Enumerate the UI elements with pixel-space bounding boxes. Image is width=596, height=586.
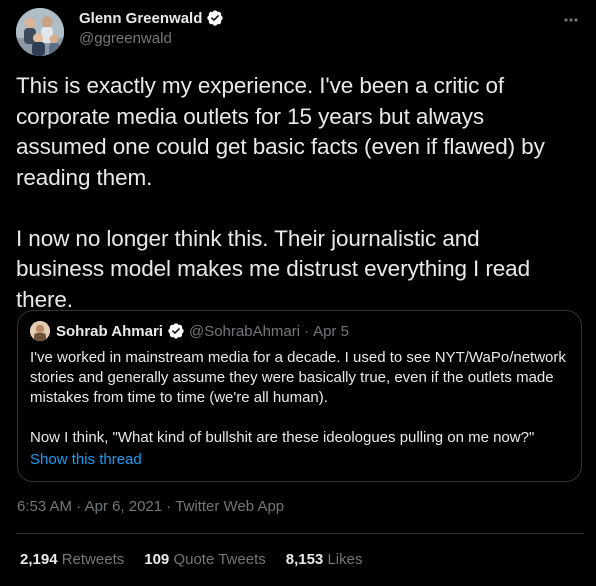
timestamp-separator: · — [76, 498, 82, 515]
more-dots-icon — [564, 18, 578, 22]
verified-badge-icon — [167, 322, 185, 340]
author-avatar[interactable] — [16, 8, 64, 56]
quoted-tweet-header: Sohrab Ahmari @SohrabAhmari · Apr 5 — [30, 320, 349, 342]
quoted-tweet-date[interactable]: Apr 5 — [313, 323, 349, 340]
tweet-date[interactable]: Apr 6, 2021 — [85, 498, 163, 515]
likes-count: 8,153 — [285, 551, 324, 568]
show-thread-link[interactable]: Show this thread — [30, 451, 142, 468]
verified-badge-icon — [206, 9, 224, 27]
author-name-row: Glenn Greenwald — [79, 8, 224, 28]
quoted-tweet-card[interactable]: Sohrab Ahmari @SohrabAhmari · Apr 5 I've… — [17, 310, 582, 482]
retweets-stat[interactable]: 2,194 Retweets — [20, 551, 124, 568]
quoted-author-avatar[interactable] — [30, 321, 50, 341]
author-handle[interactable]: @ggreenwald — [79, 30, 172, 47]
quoted-author-handle[interactable]: @SohrabAhmari — [189, 323, 300, 340]
timestamp-separator: · — [166, 498, 172, 515]
quoted-tweet-text: I've worked in mainstream media for a de… — [30, 349, 566, 446]
quote-tweets-stat[interactable]: 109 Quote Tweets — [144, 551, 265, 568]
likes-stat[interactable]: 8,153 Likes — [286, 551, 363, 568]
engagement-stats: 2,194 Retweets 109 Quote Tweets 8,153 Li… — [20, 551, 362, 568]
quoted-author-name[interactable]: Sohrab Ahmari — [56, 323, 163, 340]
tweet-timestamp-row: 6:53 AM · Apr 6, 2021 · Twitter Web App — [17, 498, 284, 515]
tweet-time[interactable]: 6:53 AM — [17, 498, 72, 515]
author-display-name[interactable]: Glenn Greenwald — [79, 10, 202, 27]
tweet-source[interactable]: Twitter Web App — [175, 498, 284, 515]
tweet-body-text: This is exactly my experience. I've been… — [16, 73, 545, 312]
avatar-photo-icon — [30, 321, 50, 341]
quote-tweets-count: 109 — [144, 551, 170, 568]
stats-top-divider — [16, 533, 584, 534]
quote-tweets-label: Quote Tweets — [173, 551, 266, 568]
likes-label: Likes — [327, 551, 363, 568]
retweets-label: Retweets — [61, 551, 125, 568]
retweets-count: 2,194 — [20, 551, 58, 568]
quoted-meta-separator: · — [304, 322, 310, 340]
avatar-photo-icon — [16, 8, 64, 56]
more-options-button[interactable] — [558, 10, 584, 30]
tweet-card: Glenn Greenwald @ggreenwald This is exac… — [0, 0, 596, 586]
